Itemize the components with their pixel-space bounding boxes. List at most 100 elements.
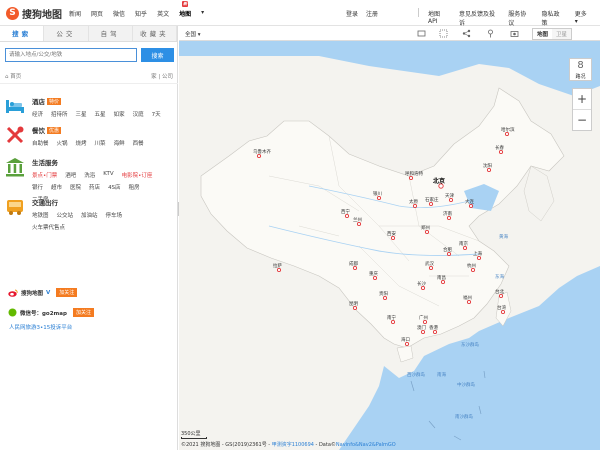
city-label: 天津 xyxy=(445,192,454,199)
category-item[interactable]: 三星 xyxy=(76,110,87,118)
city-label: 广州 xyxy=(419,314,428,321)
category-item[interactable]: 自助餐 xyxy=(32,139,49,147)
category-items: 自助餐 火锅 烧烤 川菜 海鲜 西餐 xyxy=(32,139,170,151)
weibo-follow-button[interactable]: 加关注 xyxy=(56,288,78,297)
category-item[interactable]: 招待所 xyxy=(51,110,68,118)
feedback-link[interactable]: 意见反馈及投诉 xyxy=(459,9,496,27)
nav-wechat[interactable]: 微信 xyxy=(113,9,125,18)
city-label: 台北 xyxy=(495,288,504,295)
data-provider-link[interactable]: Navinfo&Nav2&PalmGO xyxy=(336,442,396,448)
breadcrumb: ⌂ 首页 家 | 公司 xyxy=(5,72,173,80)
share-icon[interactable] xyxy=(462,29,471,38)
category-item[interactable]: 超市 xyxy=(51,183,62,191)
survey-license-link[interactable]: 甲测资字1100694 xyxy=(272,442,314,448)
category-item[interactable]: 停车场 xyxy=(106,211,123,219)
home-crumb[interactable]: ⌂ 首页 xyxy=(5,72,21,80)
category-title[interactable]: 酒店 特价 xyxy=(32,96,170,106)
category-item[interactable]: 酒吧 xyxy=(65,171,76,179)
login-link[interactable]: 登录 xyxy=(346,9,358,18)
more-link[interactable]: 更多▾ xyxy=(575,9,588,27)
region-select[interactable]: 全国 ▾ xyxy=(185,30,201,38)
tab-drive[interactable]: 自驾 xyxy=(88,26,133,41)
map-canvas[interactable]: 哈尔滨 长春 沈阳 乌鲁木齐 呼和浩特 北京 天津 石家庄 太原 济南 银川 西宁 兰州 西安 郑州 南京 合肥… xyxy=(179,26,600,450)
ruler-icon[interactable] xyxy=(417,29,426,38)
tab-bus[interactable]: 公交 xyxy=(44,26,89,41)
category-item[interactable]: 药店 xyxy=(89,183,100,191)
city-label: 太原 xyxy=(409,198,418,205)
category-item[interactable]: 7天 xyxy=(152,110,161,118)
nav-map-label: 地图 xyxy=(179,11,192,18)
map-toolbar: 全国 ▾ 地图 卫星 xyxy=(179,26,600,41)
register-link[interactable]: 注册 xyxy=(366,9,378,18)
category-item[interactable]: 医院 xyxy=(70,183,81,191)
sea-label: 南海 xyxy=(437,371,446,378)
building-icon xyxy=(6,158,24,177)
category-item[interactable]: 公交站 xyxy=(57,211,74,219)
home-crumb-label: 首页 xyxy=(10,74,22,80)
category-items: 经济 招待所 三星 五星 如家 汉庭 7天 xyxy=(32,110,170,122)
city-label: 乌鲁木齐 xyxy=(253,148,271,155)
nav-news[interactable]: 新闻 xyxy=(69,9,81,18)
city-label: 长春 xyxy=(495,144,504,151)
category-items: 地铁图 公交站 加油站 停车场火车票代售点 xyxy=(32,211,170,235)
map-type-satellite[interactable]: 卫星 xyxy=(552,29,572,39)
utensils-icon xyxy=(6,126,24,144)
city-label: 福州 xyxy=(463,294,472,301)
category-item[interactable]: 电影院•订座 xyxy=(122,171,153,179)
search-input[interactable] xyxy=(5,48,137,62)
category-item[interactable]: 租房 xyxy=(129,183,140,191)
user-links: 登录 注册 xyxy=(346,9,386,18)
category-item[interactable]: 银行 xyxy=(32,183,43,191)
category-item[interactable]: 西餐 xyxy=(133,139,144,147)
category-title[interactable]: 餐饮 优惠 xyxy=(32,125,170,135)
pin-icon[interactable] xyxy=(486,29,495,38)
map-api-link[interactable]: 地图API xyxy=(428,9,447,27)
camera-icon[interactable] xyxy=(510,29,519,38)
city-label: 大连 xyxy=(465,198,474,205)
zoom-in-button[interactable]: + xyxy=(573,89,591,109)
zoom-out-button[interactable]: − xyxy=(573,110,591,130)
category-item[interactable]: 经济 xyxy=(32,110,43,118)
category-item[interactable]: 火车票代售点 xyxy=(32,223,65,231)
city-label: 香港 xyxy=(429,324,438,331)
service-agreement-link[interactable]: 服务协议 xyxy=(508,9,529,27)
category-item[interactable]: 川菜 xyxy=(95,139,106,147)
traffic-button[interactable]: 8 路况 xyxy=(569,58,592,81)
city-label: 杭州 xyxy=(467,262,476,269)
nav-map[interactable]: 新地图 xyxy=(179,1,192,18)
complaint-platform-link[interactable]: 人民网旅游3•15投诉平台 xyxy=(9,323,72,331)
category-title[interactable]: 交通出行 xyxy=(32,197,170,207)
category-item[interactable]: 加油站 xyxy=(81,211,98,219)
privacy-link[interactable]: 隐私政策 xyxy=(541,9,562,27)
category-hotel: 酒店 特价 经济 招待所 三星 五星 如家 汉庭 7天 xyxy=(5,96,170,122)
wechat-follow-button[interactable]: 加关注 xyxy=(72,308,94,317)
scale-label: 350公里 xyxy=(181,431,201,437)
nav-english[interactable]: 英文 xyxy=(157,9,169,18)
category-item[interactable]: 火锅 xyxy=(57,139,68,147)
category-item[interactable]: 汉庭 xyxy=(133,110,144,118)
category-title[interactable]: 生活服务 xyxy=(32,157,170,167)
china-map: 哈尔滨长春沈阳 乌鲁木齐呼和浩特北京天津石家庄太原济南 银川西宁兰州西安 郑州南京合肥… xyxy=(179,56,600,450)
tab-search[interactable]: 搜索 xyxy=(0,26,45,41)
nav-zhihu[interactable]: 知乎 xyxy=(135,9,147,18)
home-company-shortcuts[interactable]: 家 | 公司 xyxy=(151,72,173,80)
category-item[interactable]: 地铁图 xyxy=(32,211,49,219)
category-item[interactable]: 景点•门票 xyxy=(32,171,57,179)
top-right-links: 地图API 意见反馈及投诉 服务协议 隐私政策 更多▾ xyxy=(428,9,600,27)
map-type-standard[interactable]: 地图 xyxy=(533,29,553,39)
nav-more-dropdown[interactable]: ▾ xyxy=(201,9,204,18)
category-item[interactable]: 如家 xyxy=(114,110,125,118)
category-item[interactable]: 五星 xyxy=(95,110,106,118)
tab-favorites[interactable]: 收藏夹 xyxy=(132,26,177,41)
nav-web[interactable]: 网页 xyxy=(91,9,103,18)
category-item[interactable]: KTV xyxy=(103,171,113,179)
category-item[interactable]: 海鲜 xyxy=(114,139,125,147)
category-item[interactable]: 洗浴 xyxy=(84,171,95,179)
city-label: 西安 xyxy=(387,230,396,237)
search-button[interactable]: 搜索 xyxy=(141,48,174,62)
logo[interactable]: S 搜狗地图 xyxy=(6,6,62,21)
area-measure-icon[interactable] xyxy=(439,29,448,38)
city-label: 哈尔滨 xyxy=(501,126,515,133)
category-item[interactable]: 4S店 xyxy=(108,183,121,191)
category-item[interactable]: 烧烤 xyxy=(76,139,87,147)
